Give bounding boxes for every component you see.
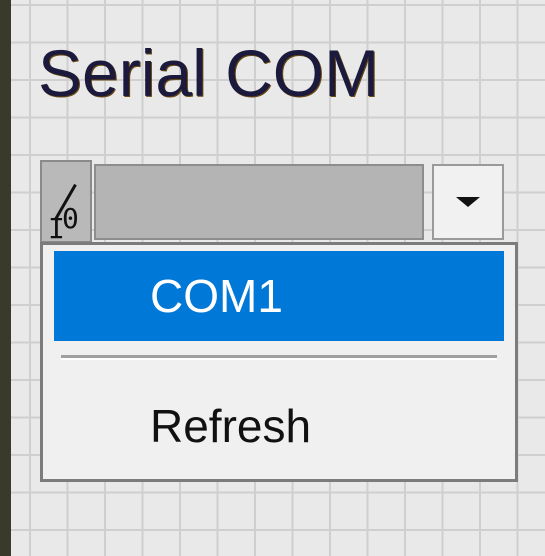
window-edge: [0, 0, 11, 556]
io-glyph-bottom: 0: [62, 202, 79, 235]
menu-item-refresh[interactable]: Refresh: [54, 381, 504, 471]
triangle-down-icon: [456, 197, 480, 207]
dropdown-toggle-button[interactable]: [432, 164, 504, 240]
resource-value-field[interactable]: [94, 164, 424, 240]
control-label: Serial COM: [38, 36, 380, 110]
menu-item-com1[interactable]: COM1: [54, 251, 504, 341]
io-glyph-icon: I 0: [40, 160, 92, 243]
dropdown-menu: COM1 Refresh: [40, 242, 518, 482]
menu-separator: [61, 355, 497, 360]
visa-resource-combo[interactable]: I 0: [40, 160, 516, 243]
